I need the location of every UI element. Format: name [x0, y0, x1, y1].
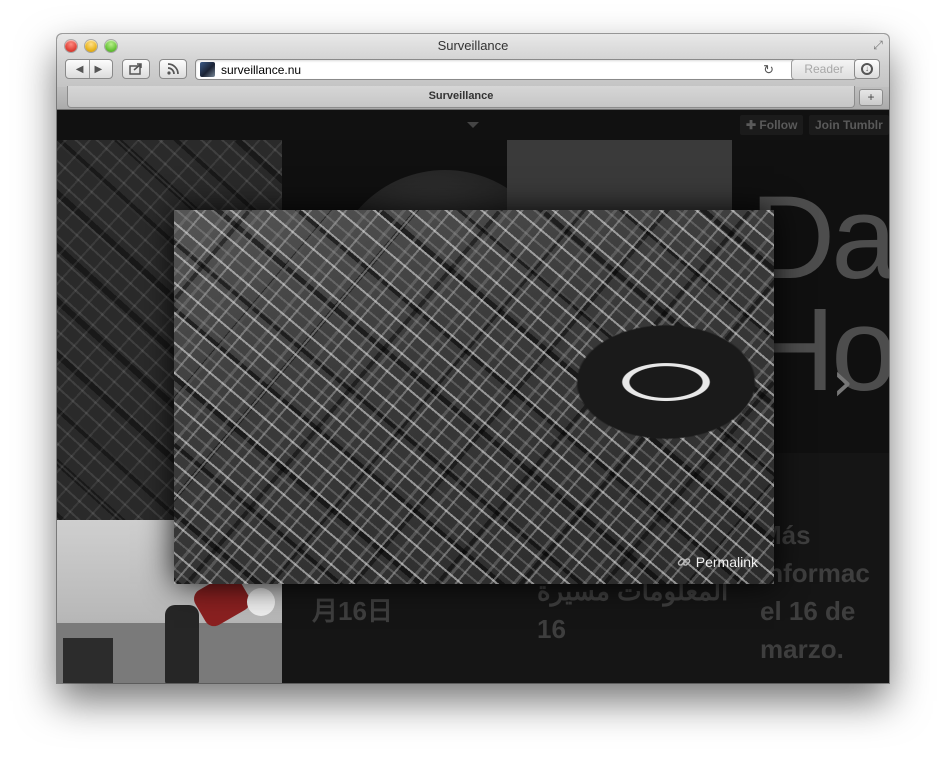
japanese-date-text[interactable]: 月16日	[312, 592, 393, 630]
chevron-down-icon[interactable]	[467, 122, 479, 128]
back-forward-group: ◀ ▶	[65, 59, 113, 79]
downloads-button[interactable]: ↓	[854, 59, 880, 79]
browser-window: Surveillance ⤢ ◀ ▶ surveillance.nu ↻ Rea…	[57, 34, 889, 683]
chevron-right-icon[interactable]: ›	[832, 350, 854, 413]
ball	[247, 588, 275, 616]
reload-icon[interactable]: ↻	[763, 62, 774, 78]
tab-bar: Surveillance +	[57, 86, 889, 110]
gray-tile[interactable]	[507, 140, 732, 210]
rss-button[interactable]	[159, 59, 187, 79]
lightbox-image[interactable]: Permalink	[174, 210, 774, 584]
download-icon: ↓	[861, 63, 873, 75]
link-icon	[677, 558, 691, 566]
divider	[88, 60, 90, 78]
plus-icon: ✚	[746, 118, 757, 132]
url-field[interactable]: surveillance.nu	[221, 63, 301, 77]
forward-button[interactable]: ▶	[95, 64, 103, 75]
tab-surveillance[interactable]: Surveillance	[67, 86, 855, 108]
fullscreen-icon[interactable]: ⤢	[871, 38, 885, 52]
rss-icon	[167, 63, 179, 75]
permalink-link[interactable]: Permalink	[677, 554, 758, 570]
tumblr-controls-bar: ✚ Follow Join Tumblr	[57, 110, 889, 140]
new-tab-button[interactable]: +	[859, 89, 883, 106]
person	[165, 605, 199, 683]
spanish-text[interactable]: Más informac el 16 de marzo.	[760, 516, 870, 668]
reader-button[interactable]: Reader	[791, 59, 857, 80]
join-tumblr-button[interactable]: Join Tumblr	[809, 115, 889, 135]
share-icon	[129, 63, 142, 75]
follow-button[interactable]: ✚ Follow	[740, 115, 804, 135]
address-bar[interactable]: surveillance.nu ↻ Reader	[195, 59, 857, 80]
permalink-label: Permalink	[695, 554, 758, 570]
follow-label: Follow	[759, 118, 798, 132]
site-favicon	[200, 62, 215, 77]
window-title: Surveillance	[437, 38, 509, 53]
share-button[interactable]	[122, 59, 150, 79]
furniture	[63, 638, 113, 683]
back-button[interactable]: ◀	[76, 64, 84, 75]
browser-toolbar: Surveillance ⤢ ◀ ▶ surveillance.nu ↻ Rea…	[57, 34, 889, 88]
web-page: Da Ho 月16日 المعلومات مسيرة 16 Más inform…	[57, 110, 889, 683]
